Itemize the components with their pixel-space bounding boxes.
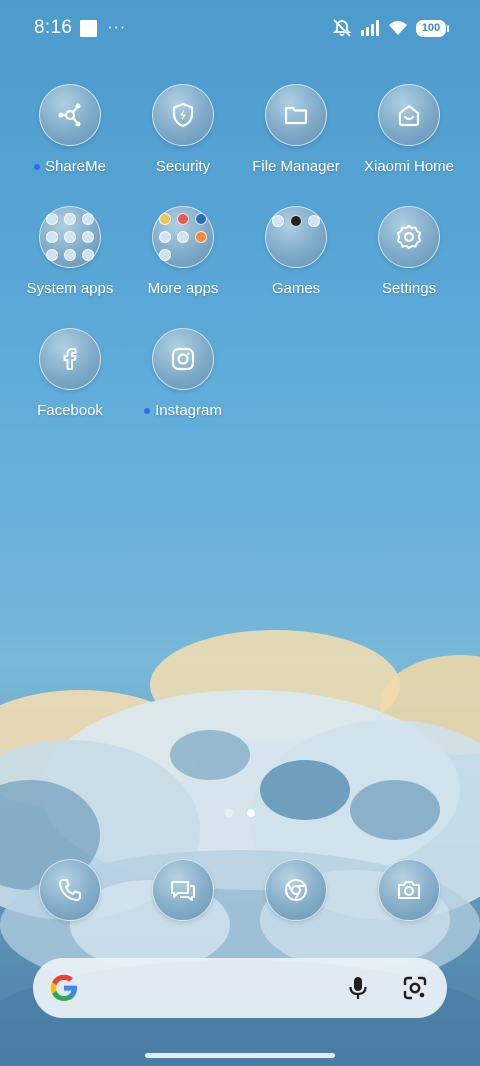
app-label: More apps — [147, 280, 219, 297]
settings-icon-circle — [378, 206, 440, 268]
shield-bolt-icon — [172, 102, 194, 128]
gear-icon — [397, 225, 421, 249]
messages-icon-circle — [152, 859, 214, 921]
mini-app-icon — [195, 231, 207, 243]
security-icon-circle — [152, 84, 214, 146]
signal-icon — [361, 20, 379, 36]
mini-app-icon — [82, 231, 94, 243]
xiaomi-home-icon-circle — [378, 84, 440, 146]
mini-app-icon — [159, 249, 171, 261]
more-notifications-icon: ··· — [107, 19, 127, 36]
app-label: Facebook — [37, 402, 103, 419]
mini-app-icon — [272, 215, 284, 227]
page-indicator[interactable] — [0, 809, 480, 817]
dock-camera[interactable] — [349, 859, 469, 921]
mute-vibrate-icon — [332, 19, 352, 37]
wifi-icon — [389, 21, 407, 35]
instagram-icon-circle — [152, 328, 214, 390]
mini-app-icon — [64, 231, 76, 243]
dock-phone[interactable] — [10, 859, 130, 921]
app-label: System apps — [26, 280, 114, 297]
clock: 8:16 — [34, 17, 73, 38]
system-apps-folder-circle — [39, 206, 101, 268]
app-label: Instagram — [155, 402, 222, 419]
folder-system-apps[interactable]: System apps — [10, 206, 130, 297]
mini-app-icon — [46, 231, 58, 243]
dock-chrome[interactable] — [236, 859, 356, 921]
facebook-icon — [63, 348, 77, 370]
google-search-bar[interactable] — [33, 958, 447, 1018]
mini-app-icon — [195, 213, 207, 225]
camera-icon — [397, 880, 421, 900]
shareme-icon-circle — [39, 84, 101, 146]
file-manager-icon-circle — [265, 84, 327, 146]
new-indicator — [144, 407, 151, 414]
status-bar: 8:16 ··· 100 — [0, 0, 480, 56]
page-dot-1[interactable] — [225, 809, 233, 817]
mini-app-icon — [82, 213, 94, 225]
app-label: Games — [271, 280, 321, 297]
mini-app-icon — [64, 213, 76, 225]
app-label: File Manager — [252, 158, 340, 175]
messages-icon — [170, 880, 196, 902]
mini-app-icon — [159, 231, 171, 243]
instagram-icon — [171, 347, 195, 371]
app-label: ShareMe — [45, 158, 106, 175]
mini-app-icon — [46, 249, 58, 261]
share-icon — [58, 103, 81, 127]
mini-app-icon — [308, 215, 320, 227]
mini-app-icon — [290, 215, 302, 227]
app-label: Xiaomi Home — [363, 158, 455, 175]
phone-icon-circle — [39, 859, 101, 921]
mini-app-icon — [159, 213, 171, 225]
lens-icon[interactable] — [401, 974, 429, 1002]
folder-games[interactable]: Games — [236, 206, 356, 297]
folder-preview-grid — [46, 213, 94, 261]
app-security[interactable]: Security — [123, 84, 243, 175]
more-apps-folder-circle — [152, 206, 214, 268]
google-logo — [50, 974, 77, 1001]
home-smile-icon — [398, 104, 420, 127]
folder-preview-grid — [159, 213, 207, 261]
app-instagram[interactable]: Instagram — [123, 328, 243, 419]
mini-app-icon — [177, 213, 189, 225]
dock-messages[interactable] — [123, 859, 243, 921]
folder-more-apps[interactable]: More apps — [123, 206, 243, 297]
page-dot-2-active[interactable] — [247, 809, 255, 817]
gesture-navigation-handle[interactable] — [145, 1053, 335, 1058]
app-shareme[interactable]: ShareMe — [10, 84, 130, 175]
battery-icon: 100 — [416, 19, 449, 37]
app-xiaomi-home[interactable]: Xiaomi Home — [349, 84, 469, 175]
microphone-icon[interactable] — [345, 974, 371, 1002]
mini-app-icon — [64, 249, 76, 261]
app-facebook[interactable]: Facebook — [10, 328, 130, 419]
facebook-icon-circle — [39, 328, 101, 390]
mini-app-icon — [177, 231, 189, 243]
notification-square-icon — [80, 19, 98, 37]
chrome-icon-circle — [265, 859, 327, 921]
folder-preview-grid — [272, 215, 320, 227]
camera-icon-circle — [378, 859, 440, 921]
new-indicator — [34, 163, 41, 170]
phone-icon — [58, 878, 82, 902]
app-label: Security — [155, 158, 211, 175]
app-file-manager[interactable]: File Manager — [236, 84, 356, 175]
mini-app-icon — [82, 249, 94, 261]
games-folder-circle — [265, 206, 327, 268]
folder-icon — [284, 106, 308, 125]
mini-app-icon — [46, 213, 58, 225]
chrome-icon — [284, 878, 308, 902]
app-label: Settings — [381, 280, 437, 297]
app-settings[interactable]: Settings — [349, 206, 469, 297]
